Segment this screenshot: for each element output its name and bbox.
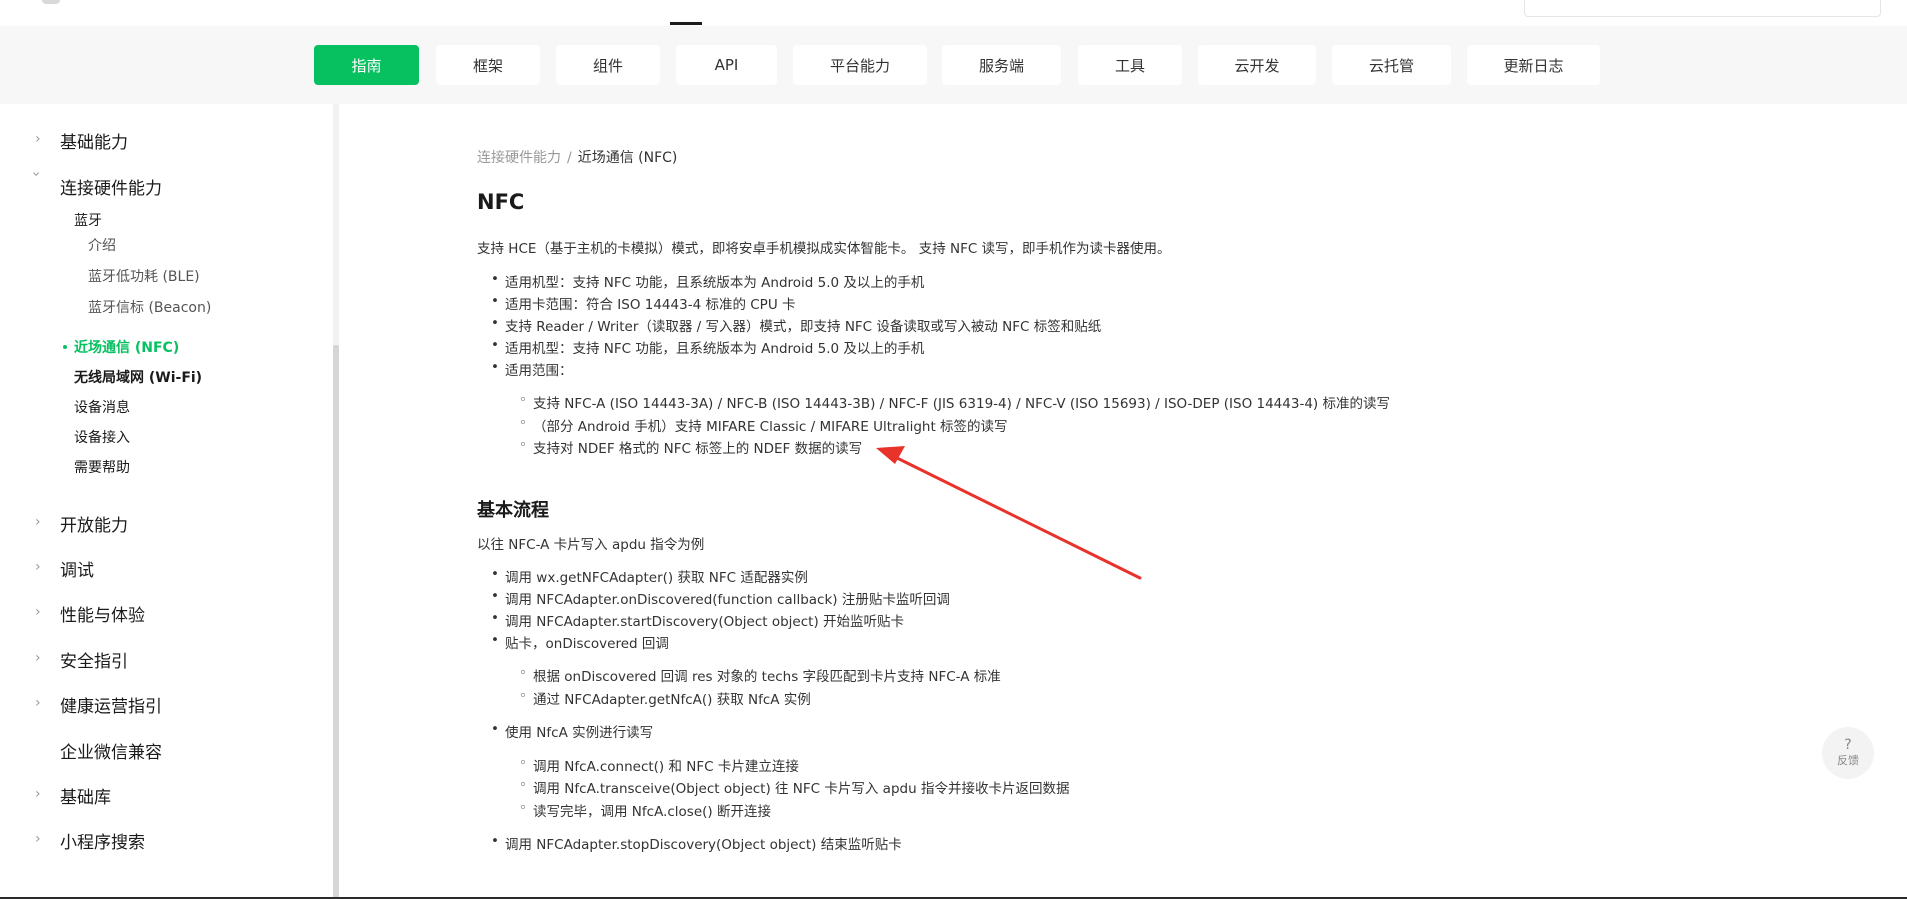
feedback-label: 反馈 xyxy=(1837,754,1859,767)
annotation-arrow-icon xyxy=(876,446,1142,580)
feedback-button[interactable]: ? 反馈 xyxy=(1822,727,1874,779)
help-icon: ? xyxy=(1844,737,1852,753)
